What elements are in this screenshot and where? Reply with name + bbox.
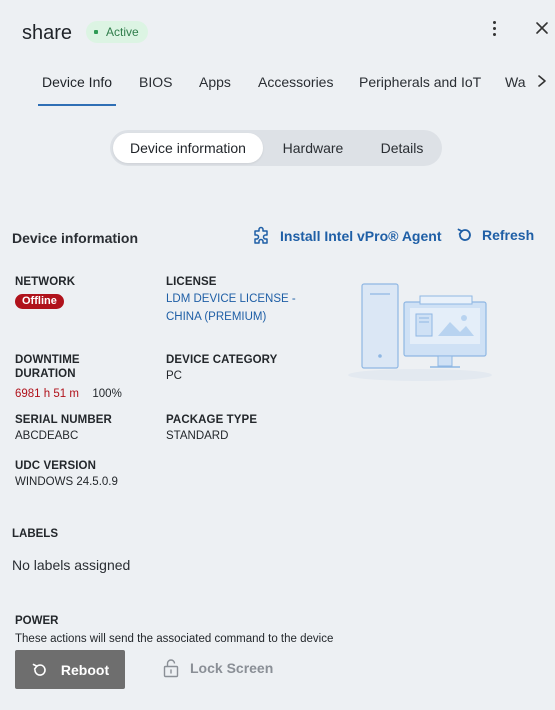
package-value: STANDARD xyxy=(166,430,229,442)
no-labels-text: No labels assigned xyxy=(12,557,131,573)
lock-screen-button[interactable]: Lock Screen xyxy=(162,658,273,678)
category-value: PC xyxy=(166,370,182,382)
lock-screen-label: Lock Screen xyxy=(190,660,274,676)
refresh-icon xyxy=(457,228,471,241)
license-label: LICENSE xyxy=(166,276,217,288)
network-label: NETWORK xyxy=(15,276,76,288)
downtime-label-line1: DOWNTIME xyxy=(15,354,80,366)
install-vpro-button[interactable]: Install Intel vPro® Agent xyxy=(252,226,442,246)
active-tab-indicator xyxy=(38,104,116,106)
desktop-computer-illustration xyxy=(348,283,492,381)
tab-bios[interactable]: BIOS xyxy=(139,74,172,90)
tab-device-info[interactable]: Device Info xyxy=(42,74,112,90)
close-icon[interactable] xyxy=(532,18,552,38)
license-link-line1[interactable]: LDM DEVICE LICENSE - xyxy=(166,290,296,308)
category-label: DEVICE CATEGORY xyxy=(166,354,278,366)
install-vpro-label: Install Intel vPro® Agent xyxy=(280,228,442,244)
downtime-label-line2: DURATION xyxy=(15,368,76,380)
license-link-line2[interactable]: CHINA (PREMIUM) xyxy=(166,308,266,326)
power-description: These actions will send the associated c… xyxy=(15,633,334,645)
refresh-button[interactable]: Refresh xyxy=(456,226,534,244)
tab-accessories[interactable]: Accessories xyxy=(258,74,333,90)
segmented-control: Device information Hardware Details xyxy=(110,130,442,166)
udc-value: WINDOWS 24.5.0.9 xyxy=(15,476,118,488)
power-title: POWER xyxy=(15,615,59,627)
tab-bar: Device Info BIOS Apps Accessories Periph… xyxy=(0,64,555,108)
device-title: share xyxy=(22,22,73,44)
reboot-icon xyxy=(32,663,46,676)
chevron-right-icon[interactable] xyxy=(536,74,548,88)
segment-details[interactable]: Details xyxy=(364,133,440,163)
network-status: Offline xyxy=(15,291,64,309)
downtime-percent: 100% xyxy=(92,388,122,400)
tab-warranty[interactable]: Wa xyxy=(505,74,525,90)
refresh-label: Refresh xyxy=(482,227,535,243)
segment-hardware[interactable]: Hardware xyxy=(270,133,356,163)
udc-label: UDC VERSION xyxy=(15,460,96,472)
downtime-hours: 6981 h 51 m xyxy=(15,388,79,400)
serial-label: SERIAL NUMBER xyxy=(15,414,112,426)
reboot-button[interactable]: Reboot xyxy=(15,650,125,689)
segment-device-information[interactable]: Device information xyxy=(113,133,263,163)
section-title: Device information xyxy=(12,230,139,246)
package-label: PACKAGE TYPE xyxy=(166,414,258,426)
labels-title: LABELS xyxy=(12,528,58,540)
puzzle-icon xyxy=(254,226,268,244)
status-badge-label: Active xyxy=(106,25,139,39)
downtime-value: 6981 h 51 m 100% xyxy=(15,384,122,402)
tab-apps[interactable]: Apps xyxy=(199,74,231,90)
tab-peripherals-iot[interactable]: Peripherals and IoT xyxy=(359,74,481,90)
reboot-label: Reboot xyxy=(60,661,110,678)
status-dot-icon xyxy=(94,30,98,34)
lock-icon xyxy=(163,659,179,678)
serial-value: ABCDEABC xyxy=(15,430,79,442)
status-badge: Active xyxy=(86,21,148,43)
offline-badge: Offline xyxy=(15,294,64,309)
more-options-icon[interactable] xyxy=(484,17,504,39)
